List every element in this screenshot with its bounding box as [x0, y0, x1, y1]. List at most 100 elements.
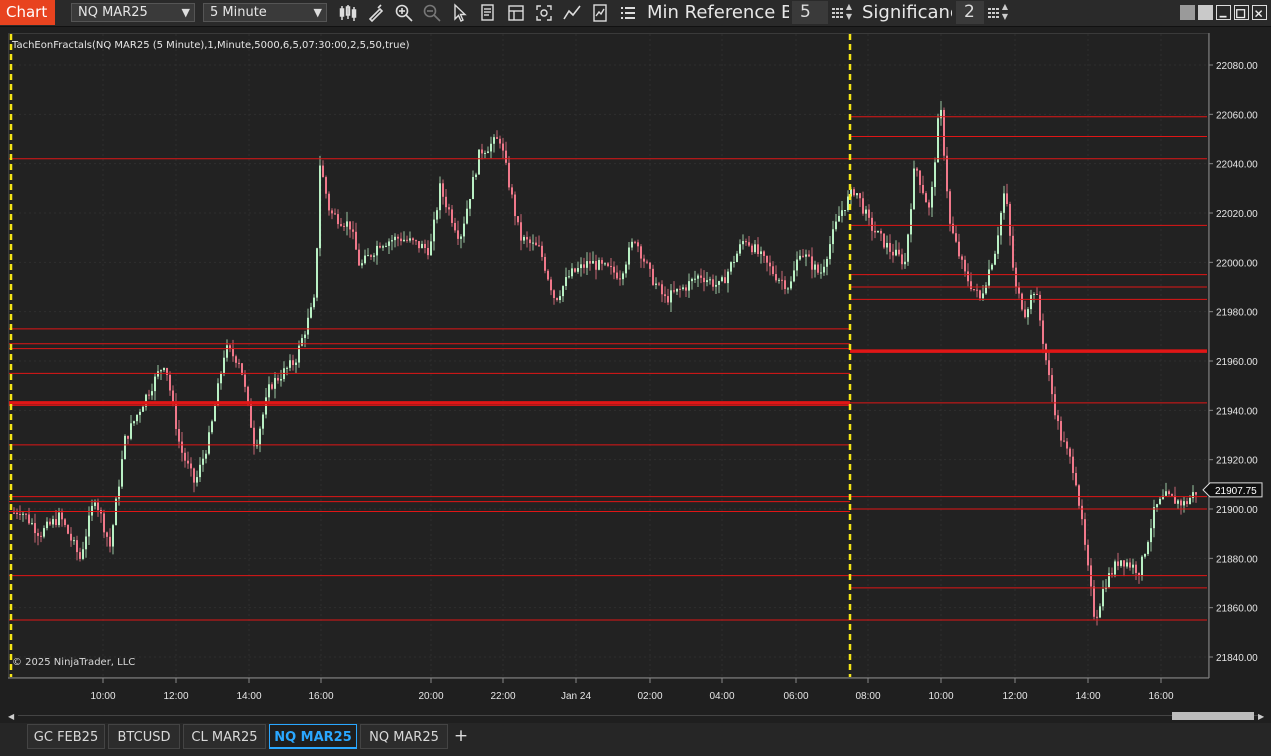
candle-body [244, 374, 246, 387]
candle-body [196, 477, 198, 483]
scrollbar-track[interactable] [18, 715, 1258, 716]
candle-body [637, 242, 639, 247]
candle-body [1195, 492, 1197, 495]
candle-body [1060, 421, 1062, 441]
candle-body [931, 186, 933, 208]
candle-body [1111, 573, 1113, 575]
candle-body [841, 210, 843, 216]
price-tick-label: 21860.00 [1216, 604, 1258, 615]
candle-body [373, 255, 375, 257]
candle-body [265, 397, 267, 415]
candle-body [1147, 542, 1149, 554]
scroll-right-icon[interactable]: ▶ [1258, 712, 1264, 721]
candle-body [37, 533, 39, 536]
candle-body [406, 239, 408, 241]
candle-body [430, 241, 432, 256]
candle-body [895, 249, 897, 256]
candle-body [1078, 485, 1080, 506]
candle-body [571, 268, 573, 277]
price-axis: 22080.00 22060.00 22040.00 22020.00 22000.00… [1202, 33, 1263, 678]
candle-body [577, 268, 579, 272]
candle-body [187, 460, 189, 464]
candle-body [970, 281, 972, 290]
candle-body [61, 512, 63, 520]
candle-body [754, 244, 756, 253]
scroll-left-icon[interactable]: ◀ [8, 712, 14, 721]
candle-body [418, 241, 420, 249]
candle-body [703, 277, 705, 283]
candle-body [289, 360, 291, 368]
candle-body [910, 209, 912, 235]
candle-body [1159, 498, 1161, 505]
candle-body [487, 151, 489, 153]
tab-cl-mar25[interactable]: CL MAR25 [183, 724, 266, 749]
candle-body [163, 367, 165, 371]
price-tick-label: 22060.00 [1216, 110, 1258, 121]
candle-body [331, 210, 333, 214]
candle-body [886, 242, 888, 248]
candle-body [949, 191, 951, 224]
time-tick-label: 16:00 [1148, 691, 1173, 702]
candle-body [181, 441, 183, 453]
tab-gc-feb25[interactable]: GC FEB25 [27, 724, 105, 749]
candle-body [385, 245, 387, 247]
candle-body [1156, 504, 1158, 508]
candle-body [70, 533, 72, 541]
candle-body [445, 196, 447, 208]
candle-body [925, 193, 927, 203]
candle-body [88, 515, 90, 537]
candle-body [328, 193, 330, 211]
candle-body [1183, 501, 1185, 506]
time-tick-label: Jan 24 [561, 691, 591, 702]
scrollbar-thumb[interactable] [1172, 712, 1254, 720]
candle-body [634, 241, 636, 243]
candle-body [367, 255, 369, 257]
candle-body [382, 246, 384, 248]
tab-nq-mar25[interactable]: NQ MAR25 [360, 724, 448, 749]
candle-body [340, 224, 342, 226]
candle-body [937, 118, 939, 163]
candle-body [31, 523, 33, 525]
add-tab-icon[interactable]: + [452, 724, 470, 749]
candle-body [535, 242, 537, 246]
candle-body [901, 254, 903, 265]
candle-body [643, 258, 645, 262]
candle-body [595, 261, 597, 270]
candle-body [514, 194, 516, 217]
candle-body [205, 453, 207, 459]
candle-body [562, 286, 564, 297]
candle-body [601, 260, 603, 264]
time-tick-label: 20:00 [418, 691, 443, 702]
chart-scrollbar[interactable]: ◀ ▶ [0, 709, 1271, 723]
time-tick-label: 02:00 [637, 691, 662, 702]
candle-body [91, 505, 93, 516]
candle-body [1072, 456, 1074, 474]
time-tick-label: 06:00 [783, 691, 808, 702]
candle-body [742, 241, 744, 245]
price-chart[interactable]: 22080.00 22060.00 22040.00 22020.00 22000.00… [0, 0, 1271, 709]
candle-body [907, 234, 909, 262]
candle-body [49, 521, 51, 525]
candle-body [667, 296, 669, 303]
candle-body [532, 242, 534, 244]
candle-body [538, 245, 540, 247]
candle-body [1177, 500, 1179, 504]
candle-body [313, 297, 315, 308]
price-tick-label: 21880.00 [1216, 554, 1258, 565]
candle-body [619, 278, 621, 280]
candle-body [43, 528, 45, 537]
candle-body [235, 356, 237, 363]
candle-body [82, 549, 84, 559]
candle-body [628, 247, 630, 265]
candle-body [727, 271, 729, 284]
tab-btcusd[interactable]: BTCUSD [108, 724, 180, 749]
time-tick-label: 12:00 [1002, 691, 1027, 702]
tab-nq-mar25-active[interactable]: NQ MAR25 [269, 724, 357, 749]
candle-body [670, 290, 672, 303]
candle-body [544, 256, 546, 271]
candle-body [1180, 500, 1182, 506]
candle-body [391, 240, 393, 242]
candle-body [19, 514, 21, 516]
candle-body [775, 274, 777, 281]
candle-body [1018, 286, 1020, 294]
